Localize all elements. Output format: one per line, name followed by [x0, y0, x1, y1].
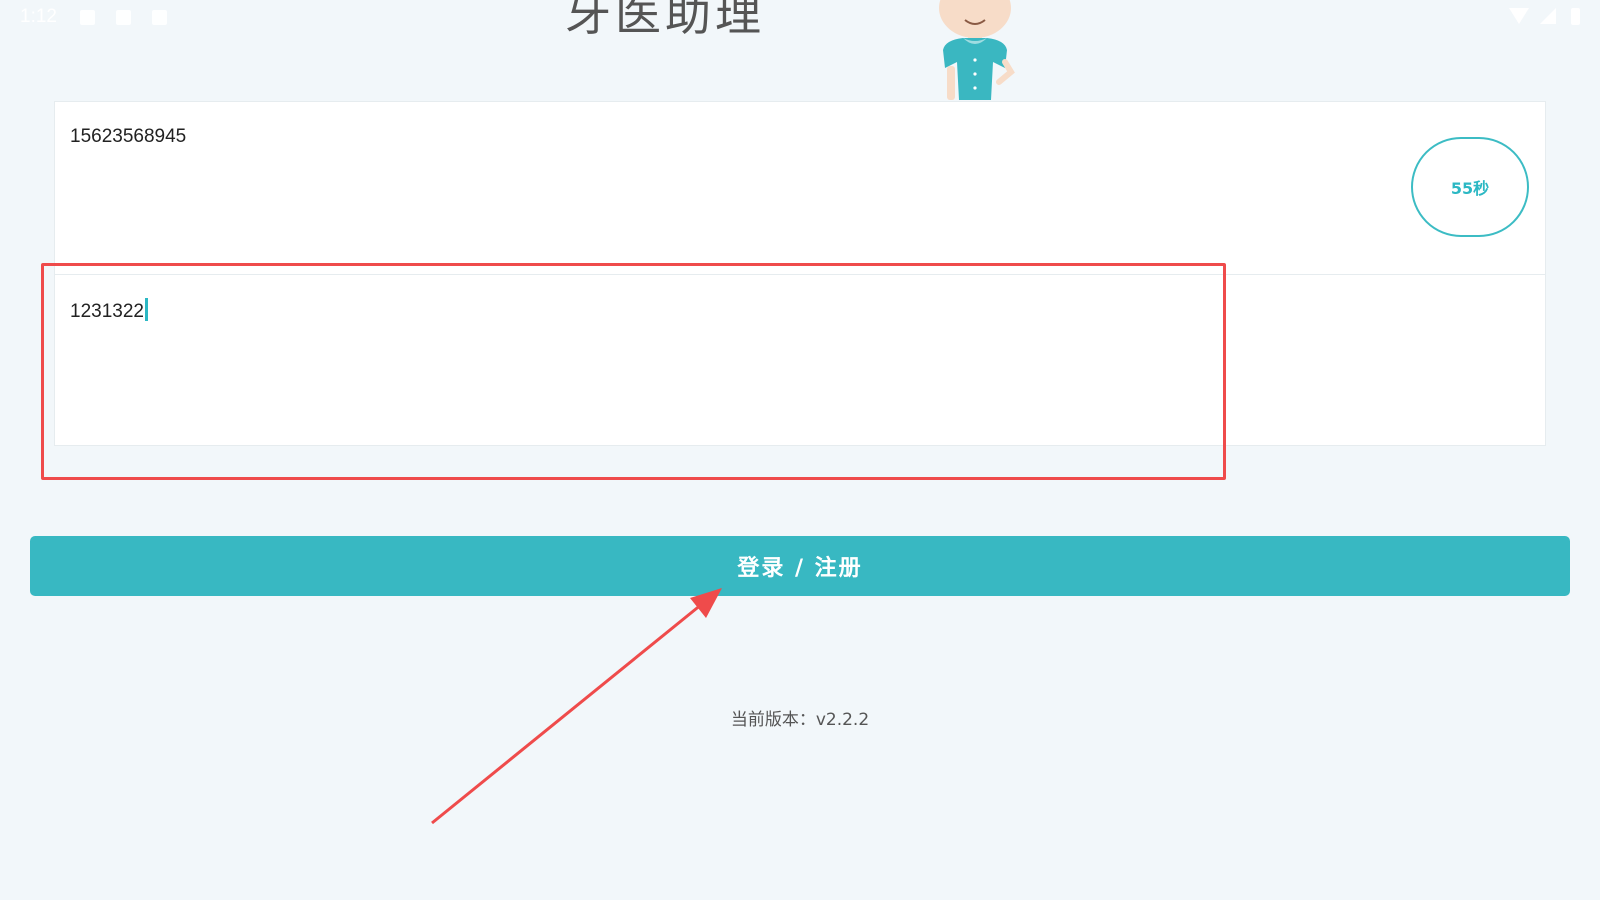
doctor-mascot-illustration [939, 0, 1015, 100]
battery-icon [1571, 8, 1580, 25]
annotation-highlight-box [41, 263, 1226, 480]
image-icon [80, 10, 95, 25]
status-time: 1:12 [20, 6, 57, 27]
status-bar: 1:12 [0, 0, 1600, 36]
status-icons-left [80, 10, 183, 29]
send-code-countdown-button[interactable]: 55秒 [1411, 137, 1529, 237]
app-title: 牙医助理 [565, 0, 765, 41]
wifi-icon [1508, 8, 1529, 24]
signal-icon [1539, 8, 1556, 24]
login-register-button[interactable]: 登录 / 注册 [30, 536, 1570, 596]
keyboard-icon [152, 10, 168, 25]
a-icon [116, 10, 132, 25]
status-icons-right [1508, 8, 1580, 27]
phone-field[interactable]: 15623568945 55秒 [55, 102, 1545, 275]
version-text: 当前版本：v2.2.2 [730, 710, 870, 730]
phone-input[interactable]: 15623568945 [70, 126, 186, 148]
